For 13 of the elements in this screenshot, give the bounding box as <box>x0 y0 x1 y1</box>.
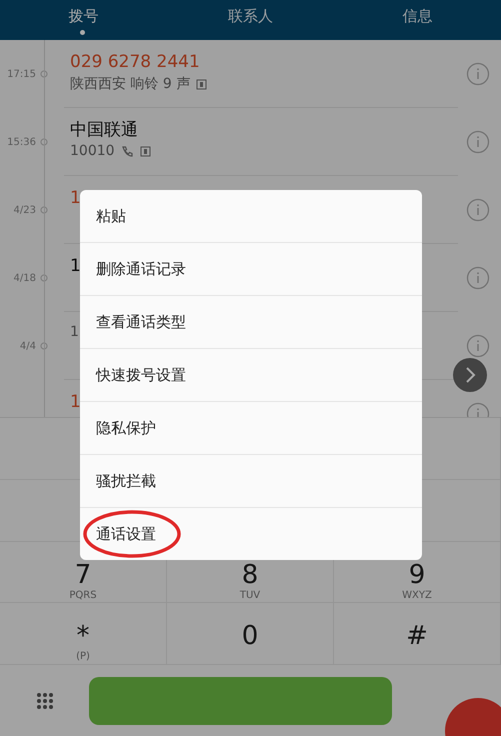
call-detail: 10010 <box>70 143 115 159</box>
caller-name: 029 6278 2441 <box>70 52 200 72</box>
call-time: 4/23 <box>14 204 36 216</box>
call-time: 4/18 <box>14 272 36 284</box>
caller-name: 1 <box>70 392 81 412</box>
caller-name: 1 <box>70 188 81 208</box>
call-detail: 1 <box>70 324 79 340</box>
call-detail: 陕西西安 响铃 9 声 <box>70 75 190 93</box>
call-time: 17:15 <box>7 68 36 80</box>
caller-name: 中国联通 <box>70 120 138 140</box>
call-time: 4/4 <box>20 340 36 352</box>
caller-name: 1 <box>70 256 81 276</box>
call-time: 15:36 <box>7 136 36 148</box>
